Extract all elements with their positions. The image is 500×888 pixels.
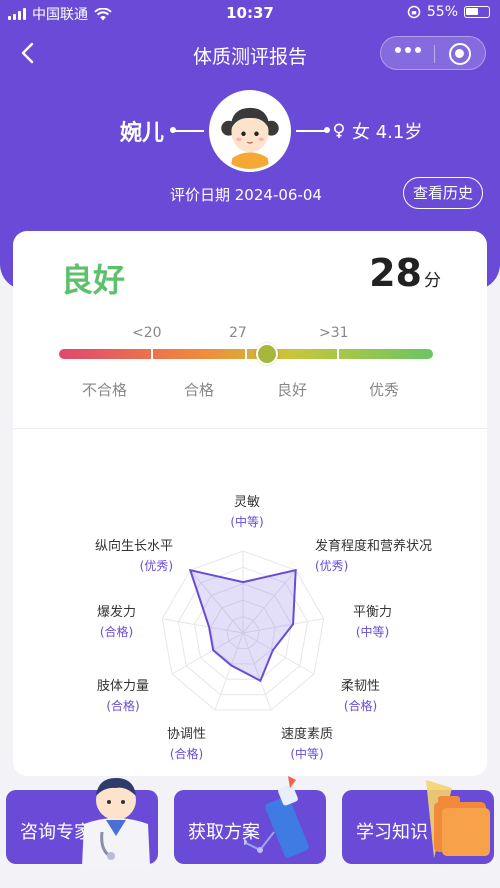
battery-icon: [464, 6, 490, 18]
doctor-icon: [82, 778, 150, 866]
get-plan-button[interactable]: 获取方案: [174, 776, 326, 864]
radar-label-development: 发育程度和营养状况 (优秀): [315, 539, 433, 573]
score-value: 28: [369, 251, 422, 295]
status-bar: 中国联通 10:37 55%: [0, 0, 500, 26]
radar-label-agility: 灵敏 (中等): [230, 495, 264, 529]
radar-label-flexibility: 柔韧性 (合格): [341, 679, 381, 713]
scale-tick: <20: [132, 325, 162, 341]
mini-program-capsule: [380, 36, 486, 70]
chart-tools-icon: [244, 776, 309, 858]
score-marker: [256, 343, 278, 365]
female-icon: [334, 123, 344, 138]
consult-expert-button[interactable]: 咨询专家: [6, 778, 158, 866]
learn-knowledge-button[interactable]: 学习知识: [342, 780, 494, 864]
scale-tick: >31: [319, 325, 349, 341]
radar-label-speed: 速度素质 (中等): [281, 727, 334, 761]
grade-label: 良好: [277, 381, 308, 399]
gender-age: 女 4.1岁: [332, 118, 422, 144]
user-name: 婉儿: [120, 121, 165, 146]
connector-line: [296, 127, 330, 133]
result-score: 28 分: [369, 251, 441, 295]
nav-bar: 体质测评报告: [0, 34, 500, 74]
result-level: 良好: [61, 261, 126, 299]
grade-label: 合格: [184, 381, 215, 399]
connector-line: [170, 127, 204, 133]
radar-label-height: 纵向生长水平 (优秀): [95, 539, 174, 573]
avatar: [209, 90, 291, 172]
more-icon[interactable]: [395, 47, 421, 53]
radar-label-coordination: 协调性 (合格): [167, 727, 207, 761]
score-scale-bar: [59, 349, 433, 359]
radar-label-explosive: 爆发力 (合格): [97, 605, 137, 639]
divider: [13, 428, 487, 429]
grade-label: 优秀: [369, 381, 400, 399]
grade-label: 不合格: [82, 381, 128, 399]
radar-label-limb-strength: 肢体力量 (合格): [97, 679, 150, 713]
folder-icon: [426, 780, 490, 858]
radar-value-area: [188, 568, 297, 683]
eval-date: 评价日期 2024-06-04: [170, 186, 322, 204]
result-card: 良好 28 分 <20 27 >31 不合格 合格 良好 优秀 灵敏 (中等) 发育…: [13, 231, 487, 776]
view-history-button[interactable]: 查看历史: [403, 177, 483, 209]
close-target-icon[interactable]: [449, 43, 471, 65]
battery-percent: 55%: [426, 4, 458, 20]
score-unit: 分: [424, 271, 441, 291]
radar-chart: 灵敏 (中等) 发育程度和营养状况 (优秀) 平衡力 (中等) 柔韧性 (合格) 速度素…: [13, 481, 487, 771]
scale-tick: 27: [229, 325, 247, 341]
bottom-actions: 咨询专家 获取方案 学习知识: [0, 776, 500, 888]
gender-age-text: 女 4.1岁: [352, 122, 423, 143]
radar-label-balance: 平衡力 (中等): [353, 605, 393, 639]
rotation-lock-icon: [407, 5, 421, 19]
